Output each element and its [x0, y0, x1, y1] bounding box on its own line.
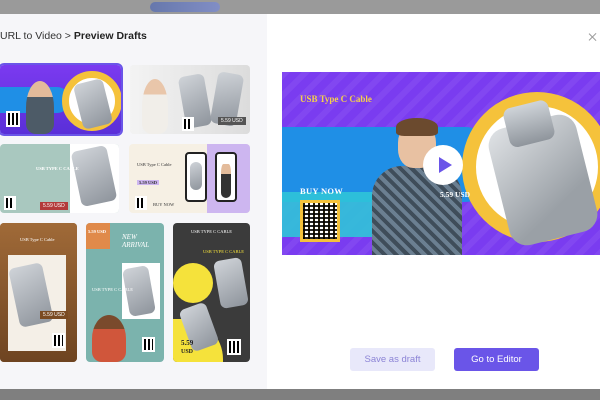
- breadcrumb: URL to Video > Preview Drafts: [0, 30, 147, 42]
- thumb-price: 5.59 USD: [137, 180, 160, 185]
- draft-thumbnail-3[interactable]: USB TYPE C CABLE 5.59 USD: [0, 144, 119, 213]
- thumb-price: 5.59 USD: [40, 202, 68, 210]
- thumb-price: 5.59: [181, 339, 194, 347]
- cable-image: [213, 256, 249, 310]
- preview-price: 5.59 USD: [440, 190, 471, 199]
- save-as-draft-button[interactable]: Save as draft: [350, 348, 435, 371]
- breadcrumb-parent[interactable]: URL to Video: [0, 30, 62, 42]
- draft-thumbnail-1[interactable]: [0, 63, 123, 136]
- cable-image: [190, 162, 202, 190]
- preview-cta: BUY NOW: [300, 186, 344, 196]
- qr-code: [227, 339, 241, 355]
- presenter-image: [221, 164, 231, 198]
- thumb-tag: NEW ARRIVAL: [122, 233, 150, 249]
- preview-panel: USB Type C Cable BUY NOW 5.59 USD Save a…: [267, 14, 600, 389]
- thumb-title: USB Type C Cable: [137, 162, 172, 167]
- presenter-image: [142, 79, 168, 134]
- qr-code: [142, 337, 155, 352]
- presenter-image: [92, 315, 126, 362]
- presenter-image: [372, 118, 462, 255]
- thumb-cta: BUY NOW: [153, 202, 175, 207]
- close-icon[interactable]: [588, 32, 598, 42]
- qr-code: [4, 196, 16, 210]
- play-icon[interactable]: [423, 145, 463, 185]
- thumb-title: USB TYPE C CABLE: [36, 166, 79, 171]
- backdrop-top: [0, 0, 600, 14]
- presenter-image: [26, 81, 54, 134]
- presenter-hair: [396, 118, 438, 136]
- drafts-panel: URL to Video > Preview Drafts 5.59 USD U…: [0, 14, 267, 389]
- thumb-title: USB TYPE C CABLE: [203, 249, 245, 254]
- thumb-price: 5.59 USD: [218, 117, 246, 125]
- qr-code: [52, 333, 65, 348]
- thumb-price: 5.59 USD: [40, 311, 68, 319]
- thumb-title: USB TYPE C CABLE: [92, 287, 134, 292]
- preview-drafts-modal: URL to Video > Preview Drafts 5.59 USD U…: [0, 14, 600, 389]
- draft-thumbnail-4[interactable]: USB Type C Cable 5.59 USD BUY NOW: [129, 144, 250, 213]
- draft-thumbnail-2[interactable]: 5.59 USD: [130, 65, 250, 134]
- qr-code: [6, 111, 20, 127]
- qr-code: [300, 200, 340, 242]
- draft-thumbnail-7[interactable]: USB TYPE C CABLE USB TYPE C CABLE 5.59 U…: [173, 223, 250, 362]
- go-to-editor-button[interactable]: Go to Editor: [454, 348, 539, 371]
- video-preview[interactable]: USB Type C Cable BUY NOW 5.59 USD: [282, 72, 600, 255]
- thumb-title: USB Type C Cable: [20, 237, 55, 242]
- breadcrumb-current: Preview Drafts: [73, 30, 147, 42]
- phone-frame: [215, 152, 237, 202]
- thumb-circle: [173, 263, 213, 303]
- backdrop-shape: [150, 2, 220, 12]
- draft-thumbnail-5[interactable]: USB Type C Cable 5.59 USD: [0, 223, 77, 362]
- breadcrumb-separator: >: [64, 30, 71, 42]
- thumb-price-box: [86, 223, 110, 249]
- draft-thumbnail-6[interactable]: 5.59 USD NEW ARRIVAL USB TYPE C CABLE: [86, 223, 164, 362]
- phone-frame: [185, 152, 207, 202]
- thumb-price: 5.59 USD: [88, 229, 107, 234]
- thumb-top-label: USB TYPE C CABLE: [191, 229, 233, 234]
- preview-title: USB Type C Cable: [300, 94, 372, 104]
- qr-code: [182, 117, 194, 131]
- qr-code: [135, 196, 147, 210]
- thumb-price-unit: USD: [181, 349, 194, 355]
- backdrop-bottom: [0, 389, 600, 400]
- qr-pattern: [303, 203, 337, 239]
